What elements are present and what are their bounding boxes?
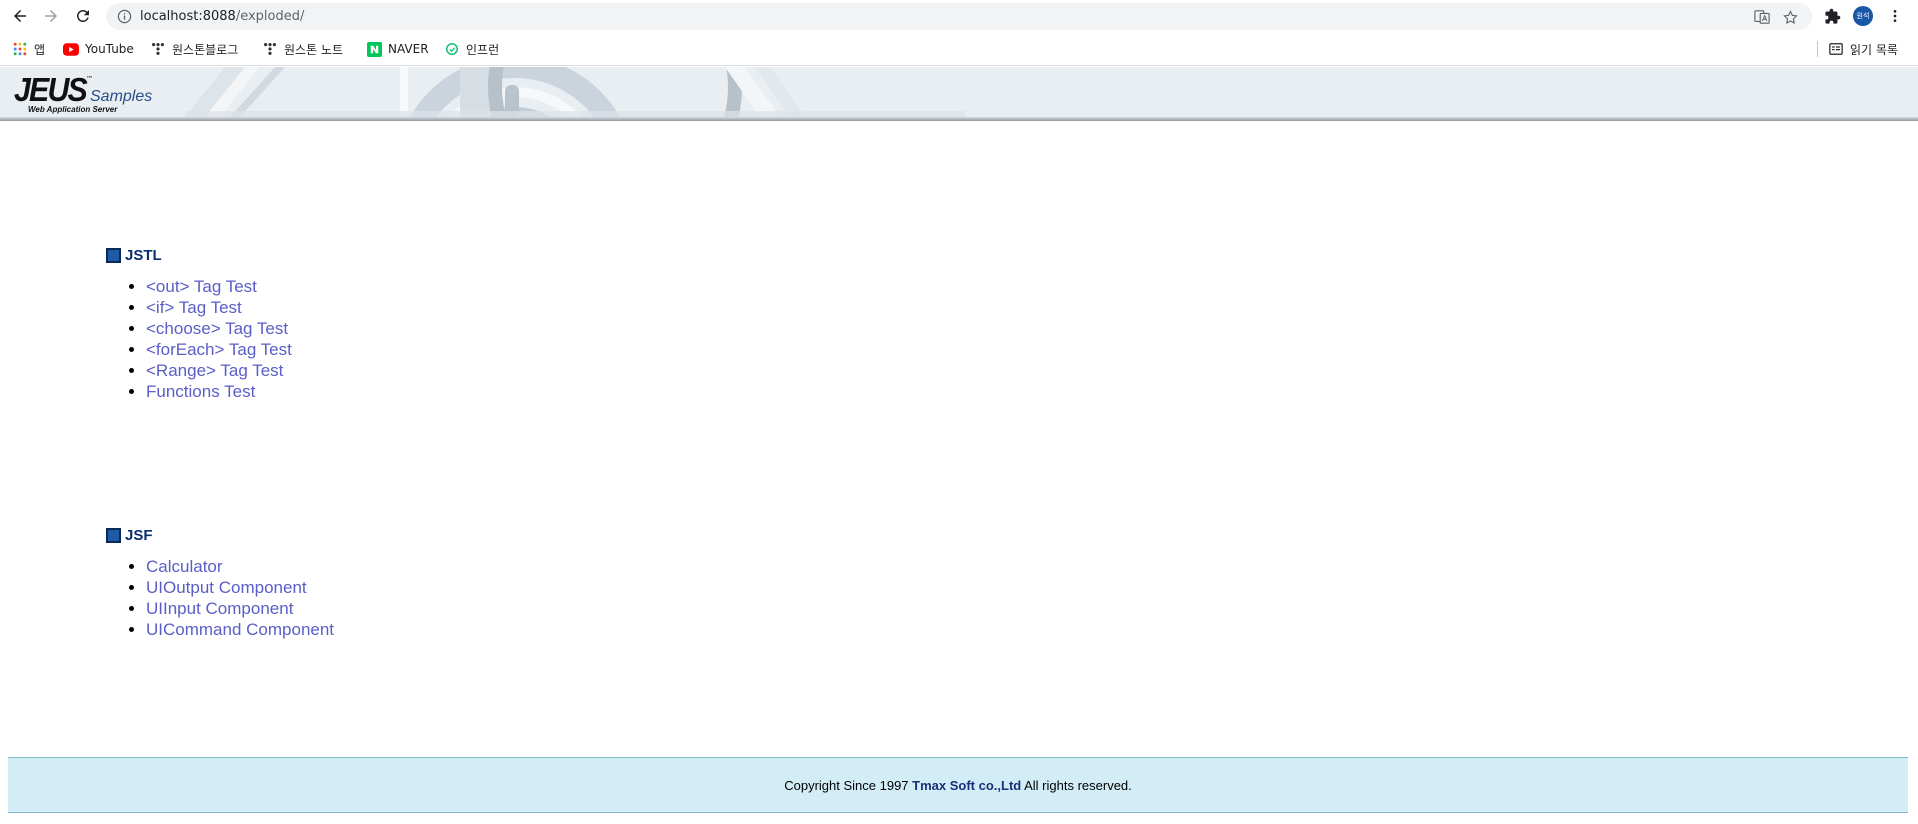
bookmarks-bar: 앱 YouTube 원스톤블로그 원스톤 노트 NAVER 인프런 읽기 목록	[0, 32, 1918, 66]
section-heading: JSF	[106, 526, 334, 544]
link-out-tag-test[interactable]: <out> Tag Test	[146, 277, 257, 296]
bookmark-star-icon[interactable]	[1781, 8, 1799, 26]
url-text: localhost:8088/exploded/	[140, 9, 305, 24]
back-button[interactable]	[8, 4, 32, 28]
logo-text: JEUS	[14, 71, 88, 108]
link-uicommand-component[interactable]: UICommand Component	[146, 620, 334, 639]
bookmark-onestone-blog[interactable]: 원스톤블로그	[150, 38, 238, 60]
translate-icon[interactable]	[1753, 8, 1771, 26]
logo-subtitle: Samples	[90, 88, 153, 105]
section-jstl: JSTL <out> Tag Test <if> Tag Test <choos…	[106, 246, 292, 402]
link-list: <out> Tag Test <if> Tag Test <choose> Ta…	[106, 276, 292, 402]
bookmark-apps[interactable]: 앱	[12, 38, 45, 60]
link-uioutput-component[interactable]: UIOutput Component	[146, 578, 307, 597]
list-item: <choose> Tag Test	[146, 318, 292, 339]
link-range-tag-test[interactable]: <Range> Tag Test	[146, 361, 283, 380]
banner-divider	[0, 117, 1918, 121]
square-bullet-icon	[106, 527, 121, 543]
list-item: <forEach> Tag Test	[146, 339, 292, 360]
bookmark-onestone-note[interactable]: 원스톤 노트	[262, 38, 343, 60]
list-item: Functions Test	[146, 381, 292, 402]
forward-button[interactable]	[39, 4, 63, 28]
address-bar[interactable]: localhost:8088/exploded/	[106, 3, 1812, 30]
extensions-icon[interactable]	[1822, 6, 1842, 26]
tstory-icon	[150, 41, 166, 57]
section-title: JSF	[125, 526, 153, 544]
list-item: UIOutput Component	[146, 577, 334, 598]
list-item: UIInput Component	[146, 598, 334, 619]
copyright-suffix: All rights reserved.	[1021, 777, 1132, 793]
logo-trademark: ™	[86, 75, 93, 83]
list-item: <Range> Tag Test	[146, 360, 292, 381]
link-choose-tag-test[interactable]: <choose> Tag Test	[146, 319, 288, 338]
tstory-icon	[262, 41, 278, 57]
reading-list-button[interactable]: 읽기 목록	[1828, 38, 1898, 60]
info-icon[interactable]	[117, 9, 132, 24]
bookmark-label: YouTube	[85, 42, 134, 56]
page-footer: Copyright Since 1997 Tmax Soft co.,Ltd A…	[8, 757, 1908, 813]
naver-icon	[366, 41, 382, 57]
section-title: JSTL	[125, 246, 162, 264]
bookmark-inflearn[interactable]: 인프런	[444, 38, 499, 60]
bookmark-label: 앱	[34, 42, 46, 57]
section-jsf: JSF Calculator UIOutput Component UIInpu…	[106, 526, 334, 640]
link-if-tag-test[interactable]: <if> Tag Test	[146, 298, 242, 317]
bookmark-naver[interactable]: NAVER	[366, 38, 429, 60]
profile-avatar[interactable]: 원석	[1853, 6, 1873, 26]
link-uiinput-component[interactable]: UIInput Component	[146, 599, 293, 618]
link-foreach-tag-test[interactable]: <forEach> Tag Test	[146, 340, 292, 359]
jeus-logo: JEUS ™ Samples Web Application Server	[12, 71, 162, 115]
bookmark-label: 원스톤 노트	[284, 42, 344, 57]
list-item: Calculator	[146, 556, 334, 577]
reload-button[interactable]	[71, 4, 95, 28]
arrow-left-icon	[14, 10, 26, 22]
link-list: Calculator UIOutput Component UIInput Co…	[106, 556, 334, 640]
inflearn-icon	[444, 41, 460, 57]
reading-list-label: 읽기 목록	[1850, 42, 1898, 57]
list-item: <if> Tag Test	[146, 297, 292, 318]
list-item: <out> Tag Test	[146, 276, 292, 297]
square-bullet-icon	[106, 247, 121, 263]
page-banner: JEUS ™ Samples Web Application Server	[0, 67, 1918, 117]
bookmark-label: 인프런	[466, 42, 500, 57]
arrow-right-icon	[45, 10, 57, 22]
bookmark-label: NAVER	[388, 42, 429, 56]
company-name: Tmax Soft co.,Ltd	[912, 777, 1022, 793]
browser-toolbar: localhost:8088/exploded/ 원석	[0, 0, 1918, 32]
copyright-prefix: Copyright Since 1997	[784, 777, 913, 793]
banner-decoration	[185, 67, 965, 117]
section-heading: JSTL	[106, 246, 292, 264]
link-functions-test[interactable]: Functions Test	[146, 382, 255, 401]
bookmark-label: 원스톤블로그	[172, 42, 239, 57]
youtube-icon	[63, 41, 79, 57]
kebab-menu-icon[interactable]	[1885, 6, 1905, 26]
list-item: UICommand Component	[146, 619, 334, 640]
bookmark-youtube[interactable]: YouTube	[63, 38, 134, 60]
reading-list-icon	[1828, 41, 1844, 57]
logo-tagline: Web Application Server	[28, 105, 118, 114]
bookmarks-divider	[1817, 41, 1818, 57]
apps-grid-icon	[12, 41, 28, 57]
link-calculator[interactable]: Calculator	[146, 557, 223, 576]
reload-icon	[76, 9, 89, 22]
